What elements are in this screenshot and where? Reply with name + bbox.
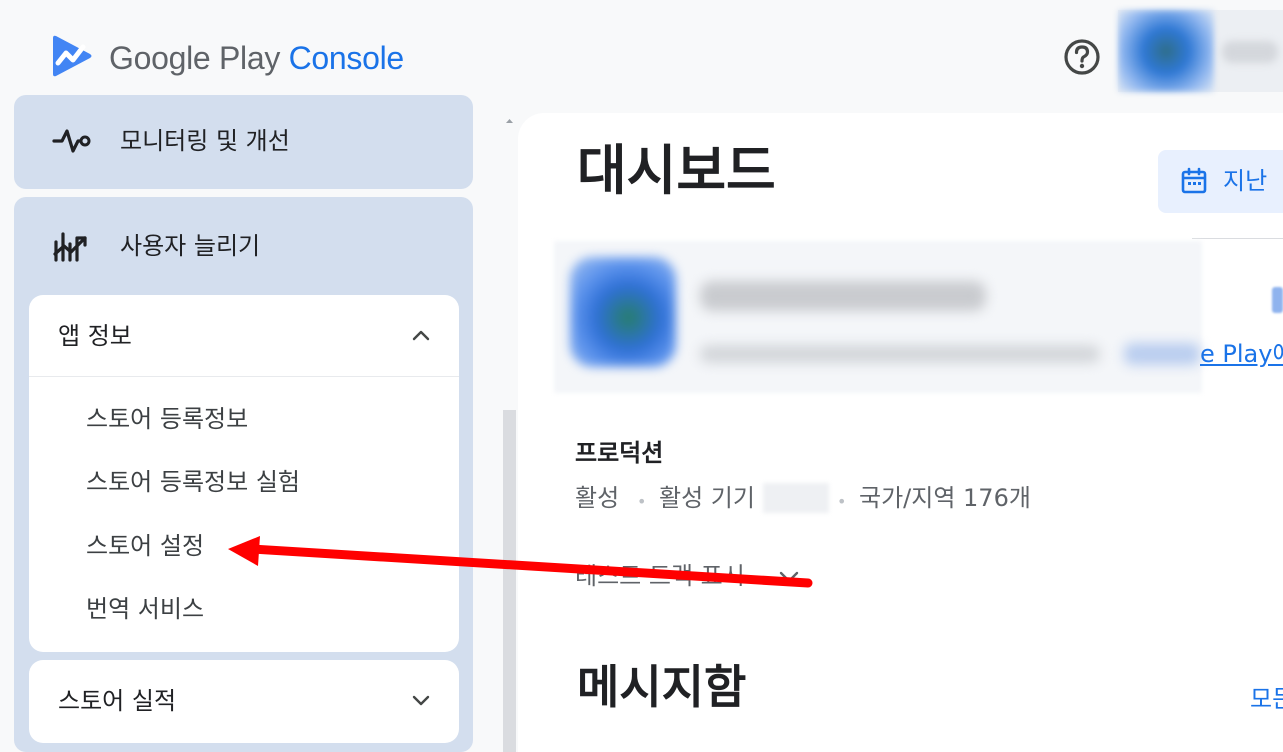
app-info-title: 앱 정보 <box>58 322 132 350</box>
inbox-view-all-link[interactable]: 모든 <box>1250 684 1283 714</box>
app-icon-redacted <box>570 257 676 367</box>
calendar-icon <box>1181 167 1207 194</box>
chevron-down-icon[interactable] <box>778 569 800 585</box>
sidebar-item-store-listing[interactable]: 스토어 등록정보 <box>86 404 248 434</box>
separator-dot: • <box>637 492 647 511</box>
separator-dot: • <box>837 492 847 511</box>
app-info-header[interactable]: 앱 정보 <box>29 295 459 377</box>
app-info-section: 앱 정보 스토어 등록정보 스토어 등록정보 실험 스토어 설정 번역 서비스 <box>29 295 459 652</box>
chevron-up-icon <box>412 330 430 341</box>
nav-item-monitoring[interactable]: 모니터링 및 개선 <box>14 111 473 171</box>
date-range-button[interactable]: 지난 <box>1158 150 1283 213</box>
logo-console-text: Console <box>288 40 405 76</box>
sidebar-item-translation-service[interactable]: 번역 서비스 <box>86 594 204 624</box>
active-devices-count-redacted <box>763 483 829 513</box>
pulse-icon <box>52 129 91 153</box>
scroll-up-arrow-icon[interactable] <box>503 114 516 127</box>
app-package-redacted <box>700 345 1100 363</box>
nav-card-grow-users: 사용자 늘리기 앱 정보 스토어 등록정보 스토어 등록정보 실험 스토어 설정… <box>14 197 473 752</box>
account-avatar[interactable] <box>1118 10 1283 92</box>
logo-google-play-text: Google Play <box>109 40 281 76</box>
production-countries: 국가/지역 176개 <box>859 484 1031 512</box>
main-content: 대시보드 지난 e Play에 프로덕션 활성 • 활성 기기 • 국가/지역 … <box>518 113 1283 752</box>
header-divider <box>1192 238 1283 239</box>
avatar-name-redacted <box>1222 41 1278 63</box>
nav-label-grow-users: 사용자 늘리기 <box>120 232 261 260</box>
store-performance-section[interactable]: 스토어 실적 <box>29 660 459 743</box>
growth-chart-icon <box>53 232 87 262</box>
nav-item-grow-users[interactable]: 사용자 늘리기 <box>14 216 473 276</box>
production-status: 활성 <box>575 484 620 512</box>
view-on-google-play-link[interactable]: e Play에 <box>1200 339 1283 369</box>
nav-label-monitoring: 모니터링 및 개선 <box>120 127 290 155</box>
date-range-label: 지난 <box>1223 167 1268 195</box>
avatar-photo <box>1118 10 1214 92</box>
store-performance-title: 스토어 실적 <box>58 687 177 715</box>
production-title: 프로덕션 <box>575 439 664 467</box>
sidebar-scrollbar-thumb[interactable] <box>503 410 516 752</box>
play-console-logo-icon[interactable] <box>52 33 94 79</box>
active-devices-label: 활성 기기 <box>659 484 755 512</box>
app-name-redacted <box>700 281 986 311</box>
app-card-action-text[interactable] <box>1272 287 1283 313</box>
nav-card-monitoring: 모니터링 및 개선 <box>14 95 473 189</box>
chevron-down-icon <box>412 695 430 706</box>
page-title: 대시보드 <box>577 139 776 202</box>
inbox-title: 메시지함 <box>577 660 747 714</box>
app-logo-text[interactable]: Google Play Console <box>109 38 404 78</box>
show-test-tracks-toggle[interactable]: 테스트 트랙 표시 <box>575 561 745 591</box>
app-link-redacted <box>1124 343 1200 365</box>
sidebar-item-store-settings[interactable]: 스토어 설정 <box>86 531 204 561</box>
sidebar-item-store-listing-experiments[interactable]: 스토어 등록정보 실험 <box>86 467 300 497</box>
help-icon[interactable] <box>1062 37 1102 77</box>
